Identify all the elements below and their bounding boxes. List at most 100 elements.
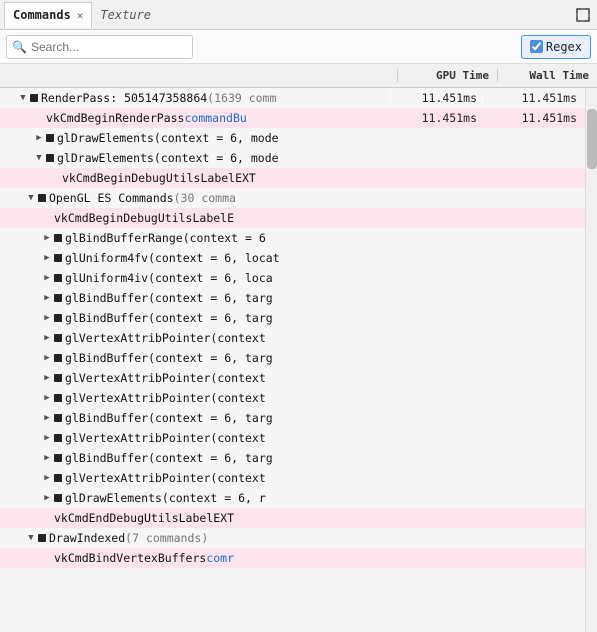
row-name-cell: vkCmdBeginDebugUtilsLabelE bbox=[0, 211, 385, 225]
row-gpu-time: 11.451ms bbox=[385, 111, 485, 125]
table-row[interactable]: vkCmdBeginDebugUtilsLabelE bbox=[0, 208, 585, 228]
row-type-icon bbox=[54, 374, 62, 382]
table-row[interactable]: vkCmdBeginDebugUtilsLabelEXT bbox=[0, 168, 585, 188]
expand-icon[interactable]: ▶ bbox=[40, 491, 54, 505]
row-name-cell: ▶glBindBuffer(context = 6, targ bbox=[0, 351, 385, 365]
table-row[interactable]: ▶ glUniform4iv(context = 6, loca bbox=[0, 268, 585, 288]
content-area: ▼RenderPass: 505147358864 (1639 comm11.4… bbox=[0, 88, 597, 632]
row-name-cell: ▶glBindBufferRange(context = 6 bbox=[0, 231, 385, 245]
tab-commands-close[interactable]: ✕ bbox=[77, 9, 84, 22]
table-row[interactable]: ▶ glVertexAttribPointer(context bbox=[0, 388, 585, 408]
tab-commands[interactable]: Commands ✕ bbox=[4, 2, 92, 28]
row-name-cell: ▶glVertexAttribPointer(context bbox=[0, 371, 385, 385]
scrollbar-track[interactable] bbox=[585, 88, 597, 632]
table-row[interactable]: vkCmdEndDebugUtilsLabelEXT bbox=[0, 508, 585, 528]
table-row[interactable]: ▶glVertexAttribPointer(context bbox=[0, 428, 585, 448]
row-name-cell: ▼RenderPass: 505147358864 (1639 comm bbox=[0, 91, 385, 105]
table-row[interactable]: ▶ glBindBuffer(context = 6, targ bbox=[0, 288, 585, 308]
table-row[interactable]: ▶glVertexAttribPointer(context bbox=[0, 368, 585, 388]
row-text: DrawIndexed bbox=[49, 531, 125, 545]
row-type-icon bbox=[54, 414, 62, 422]
search-input[interactable] bbox=[6, 35, 193, 59]
row-name-cell: ▶glBindBuffer(context = 6, targ bbox=[0, 411, 385, 425]
table-row[interactable]: vkCmdBeginRenderPass commandBu11.451ms11… bbox=[0, 108, 585, 128]
row-text: vkCmdBeginDebugUtilsLabelE bbox=[54, 211, 234, 225]
regex-checkbox[interactable] bbox=[530, 40, 543, 53]
row-name-cell: ▼ DrawIndexed (7 commands) bbox=[0, 531, 385, 545]
table-row[interactable]: ▶glBindBuffer(context = 6, targ bbox=[0, 448, 585, 468]
table-row[interactable]: ▼RenderPass: 505147358864 (1639 comm11.4… bbox=[0, 88, 585, 108]
app-window: Commands ✕ Texture 🔍 Regex bbox=[0, 0, 597, 632]
expand-icon[interactable]: ▶ bbox=[40, 371, 54, 385]
row-extra: (7 commands) bbox=[125, 531, 208, 545]
table-row[interactable]: vkCmdBindVertexBuffers comr bbox=[0, 548, 585, 568]
row-wall-time: 11.451ms bbox=[485, 111, 585, 125]
expand-icon[interactable]: ▶ bbox=[40, 471, 54, 485]
col-wall-header: Wall Time bbox=[497, 69, 597, 82]
row-name-cell: ▶ glDrawElements(context = 6, r bbox=[0, 491, 385, 505]
row-name-cell: ▶ glUniform4iv(context = 6, loca bbox=[0, 271, 385, 285]
row-extra-blue: comr bbox=[206, 551, 234, 565]
row-text: vkCmdEndDebugUtilsLabelEXT bbox=[54, 511, 234, 525]
row-text: vkCmdBeginRenderPass bbox=[46, 111, 184, 125]
table-row[interactable]: ▶ glVertexAttribPointer(context bbox=[0, 468, 585, 488]
table-row[interactable]: ▼OpenGL ES Commands (30 comma bbox=[0, 188, 585, 208]
collapse-icon[interactable]: ▼ bbox=[24, 531, 38, 545]
collapse-icon[interactable]: ▼ bbox=[24, 191, 38, 205]
maximize-button[interactable] bbox=[573, 5, 593, 25]
expand-icon[interactable]: ▶ bbox=[40, 231, 54, 245]
expand-icon[interactable]: ▶ bbox=[40, 271, 54, 285]
expand-icon[interactable]: ▶ bbox=[40, 391, 54, 405]
expand-icon[interactable]: ▶ bbox=[32, 131, 46, 145]
row-name-cell: ▶glVertexAttribPointer(context bbox=[0, 331, 385, 345]
expand-icon[interactable]: ▶ bbox=[40, 311, 54, 325]
row-type-icon bbox=[38, 534, 46, 542]
table-row[interactable]: ▶ glBindBuffer(context = 6, targ bbox=[0, 308, 585, 328]
scrollbar-thumb[interactable] bbox=[587, 109, 597, 169]
row-text: glUniform4fv(context = 6, locat bbox=[65, 251, 280, 265]
row-name-cell: ▶ glBindBuffer(context = 6, targ bbox=[0, 311, 385, 325]
row-type-icon bbox=[54, 334, 62, 342]
table-row[interactable]: ▶glBindBufferRange(context = 6 bbox=[0, 228, 585, 248]
row-type-icon bbox=[46, 134, 54, 142]
col-gpu-header: GPU Time bbox=[397, 69, 497, 82]
row-type-icon bbox=[54, 354, 62, 362]
row-name-cell: ▶ glVertexAttribPointer(context bbox=[0, 391, 385, 405]
row-text: glUniform4iv(context = 6, loca bbox=[65, 271, 273, 285]
expand-icon[interactable]: ▶ bbox=[40, 291, 54, 305]
collapse-icon[interactable]: ▼ bbox=[32, 151, 46, 165]
expand-icon[interactable]: ▶ bbox=[40, 251, 54, 265]
table-row[interactable]: ▼glDrawElements(context = 6, mode bbox=[0, 148, 585, 168]
expand-icon[interactable]: ▶ bbox=[40, 411, 54, 425]
row-text: glVertexAttribPointer(context bbox=[65, 471, 266, 485]
table-row[interactable]: ▶ glUniform4fv(context = 6, locat bbox=[0, 248, 585, 268]
row-text: glBindBuffer(context = 6, targ bbox=[65, 291, 273, 305]
row-text: glDrawElements(context = 6, r bbox=[65, 491, 266, 505]
expand-icon[interactable]: ▶ bbox=[40, 351, 54, 365]
expand-icon[interactable]: ▶ bbox=[40, 431, 54, 445]
table-row[interactable]: ▶glBindBuffer(context = 6, targ bbox=[0, 408, 585, 428]
table-row[interactable]: ▶glBindBuffer(context = 6, targ bbox=[0, 348, 585, 368]
row-name-cell: ▶glDrawElements(context = 6, mode bbox=[0, 131, 385, 145]
row-name-cell: ▼OpenGL ES Commands (30 comma bbox=[0, 191, 385, 205]
row-text: glVertexAttribPointer(context bbox=[65, 391, 266, 405]
row-type-icon bbox=[30, 94, 38, 102]
table-row[interactable]: ▶glVertexAttribPointer(context bbox=[0, 328, 585, 348]
row-name-cell: vkCmdBindVertexBuffers comr bbox=[0, 551, 385, 565]
row-text: glBindBuffer(context = 6, targ bbox=[65, 311, 273, 325]
toolbar: 🔍 Regex bbox=[0, 30, 597, 64]
table-row[interactable]: ▶glDrawElements(context = 6, mode bbox=[0, 128, 585, 148]
collapse-icon[interactable]: ▼ bbox=[16, 91, 30, 105]
row-name-cell: ▶glBindBuffer(context = 6, targ bbox=[0, 451, 385, 465]
row-type-icon bbox=[54, 394, 62, 402]
regex-button[interactable]: Regex bbox=[521, 35, 591, 59]
table-row[interactable]: ▼ DrawIndexed (7 commands) bbox=[0, 528, 585, 548]
row-extra: (1639 comm bbox=[207, 91, 276, 105]
tree-area[interactable]: ▼RenderPass: 505147358864 (1639 comm11.4… bbox=[0, 88, 585, 632]
tab-texture[interactable]: Texture bbox=[92, 2, 159, 28]
table-row[interactable]: ▶ glDrawElements(context = 6, r bbox=[0, 488, 585, 508]
row-extra: (30 comma bbox=[174, 191, 236, 205]
row-text: vkCmdBeginDebugUtilsLabelEXT bbox=[62, 171, 256, 185]
expand-icon[interactable]: ▶ bbox=[40, 331, 54, 345]
expand-icon[interactable]: ▶ bbox=[40, 451, 54, 465]
